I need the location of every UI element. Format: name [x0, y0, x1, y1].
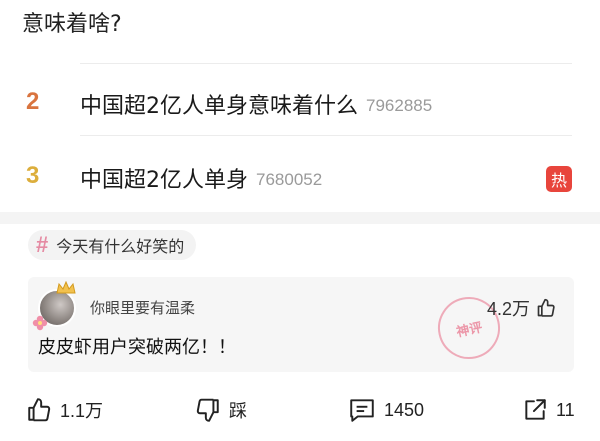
comment-count: 1450: [384, 399, 425, 420]
share-count: 11: [556, 399, 575, 420]
dislike-button[interactable]: 踩: [195, 395, 247, 425]
crown-icon: [56, 281, 76, 294]
comment-username[interactable]: 你眼里要有温柔: [90, 297, 195, 318]
rank-number: 2: [26, 88, 40, 115]
featured-comment[interactable]: 你眼里要有温柔 神评 4.2万 皮皮虾用户突破两亿！！: [28, 277, 574, 372]
topic-label: 今天有什么好笑的: [56, 237, 185, 256]
thumbs-down-icon: [196, 398, 219, 422]
hot-count: 7680052: [256, 170, 323, 189]
thumbs-up-icon: [537, 298, 555, 317]
comment-like-count: 4.2万: [486, 299, 530, 319]
hot-list-item[interactable]: 3 中国超2亿人单身 7680052 热: [0, 162, 600, 202]
hot-count: 7962885: [366, 96, 433, 115]
share-icon: [525, 399, 546, 420]
divider: [80, 135, 572, 136]
hot-list-item-title: 中国超2亿人单身意味着什么 7962885: [80, 88, 432, 120]
hot-list-title-text: 中国超2亿人单身意味着什么: [80, 94, 358, 119]
comment-button[interactable]: 1450: [348, 395, 424, 425]
hot-badge: 热: [546, 166, 572, 192]
hash-icon: #: [36, 232, 49, 257]
hot-list-title-text: 中国超2亿人单身: [80, 168, 248, 193]
comment-icon: [350, 399, 374, 422]
flower-icon: [32, 315, 48, 331]
thumbs-up-icon: [28, 398, 51, 422]
question-text: 意味着啥?: [22, 12, 122, 37]
share-button[interactable]: 11: [522, 395, 575, 425]
topic-tag[interactable]: # 今天有什么好笑的: [28, 230, 197, 260]
comment-text: 皮皮虾用户突破两亿！！: [38, 337, 236, 358]
like-count: 1.1万: [60, 401, 104, 421]
hot-list-item[interactable]: 2 中国超2亿人单身意味着什么 7962885: [0, 88, 600, 128]
comment-like-button[interactable]: 4.2万: [487, 295, 556, 321]
like-button[interactable]: 1.1万: [26, 395, 103, 425]
hot-list-item-title: 中国超2亿人单身 7680052: [80, 162, 322, 194]
divider: [80, 63, 572, 64]
rank-number: 3: [26, 162, 40, 189]
stamp-label: 神评: [455, 319, 484, 340]
action-bar: 1.1万 踩 1450 11: [0, 395, 600, 425]
section-divider: [0, 212, 600, 224]
dislike-label: 踩: [229, 401, 247, 422]
